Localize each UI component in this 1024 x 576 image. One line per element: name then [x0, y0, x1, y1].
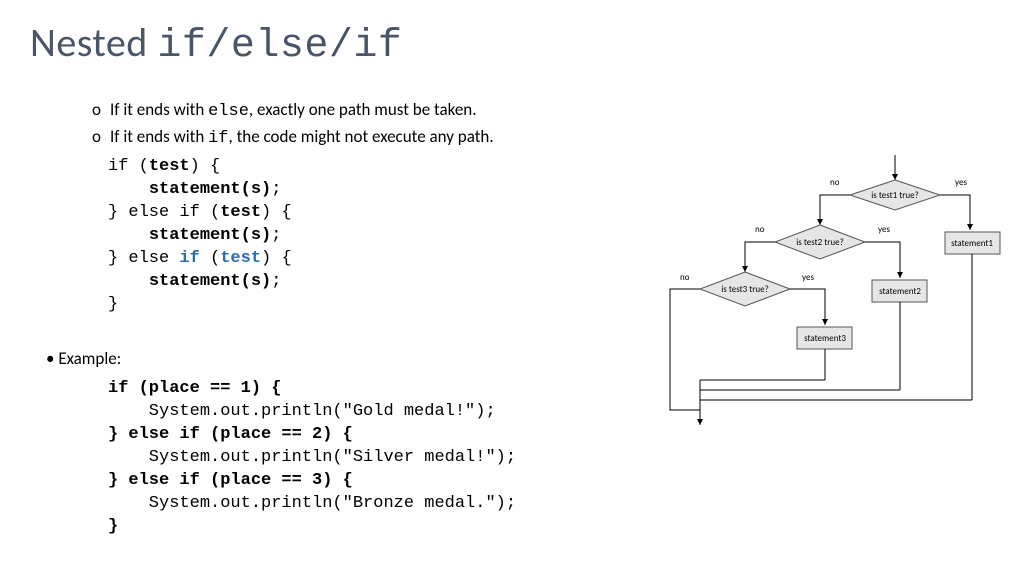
svg-text:no: no: [830, 177, 840, 188]
title-code: if/else/if: [157, 24, 402, 69]
flowchart-diagram: is test1 true? yes statement1 no is test…: [640, 150, 1010, 430]
bullet-text: If it ends with if, the code might not e…: [110, 125, 494, 152]
bullet-text: If it ends with else, exactly one path m…: [110, 98, 477, 125]
syntax-code-block: if (test) { statement(s); } else if (tes…: [108, 156, 292, 317]
svg-text:statement3: statement3: [804, 333, 846, 344]
svg-text:is test2 true?: is test2 true?: [796, 237, 844, 248]
svg-text:yes: yes: [878, 224, 890, 235]
svg-text:statement1: statement1: [951, 238, 993, 249]
bullet-marker: o: [92, 98, 110, 125]
slide-title: Nested if/else/if: [30, 18, 402, 69]
svg-text:is test3 true?: is test3 true?: [721, 284, 769, 295]
bullet-list: o If it ends with else, exactly one path…: [92, 98, 494, 151]
svg-text:is test1 true?: is test1 true?: [871, 190, 919, 201]
svg-text:no: no: [755, 224, 765, 235]
title-word: Nested: [30, 18, 157, 67]
svg-text:yes: yes: [802, 272, 814, 283]
svg-text:yes: yes: [955, 177, 967, 188]
svg-text:no: no: [680, 272, 690, 283]
example-heading: Example:: [46, 348, 121, 369]
svg-text:statement2: statement2: [879, 286, 921, 297]
example-code-block: if (place == 1) { System.out.println("Go…: [108, 378, 516, 539]
bullet-marker: o: [92, 125, 110, 152]
